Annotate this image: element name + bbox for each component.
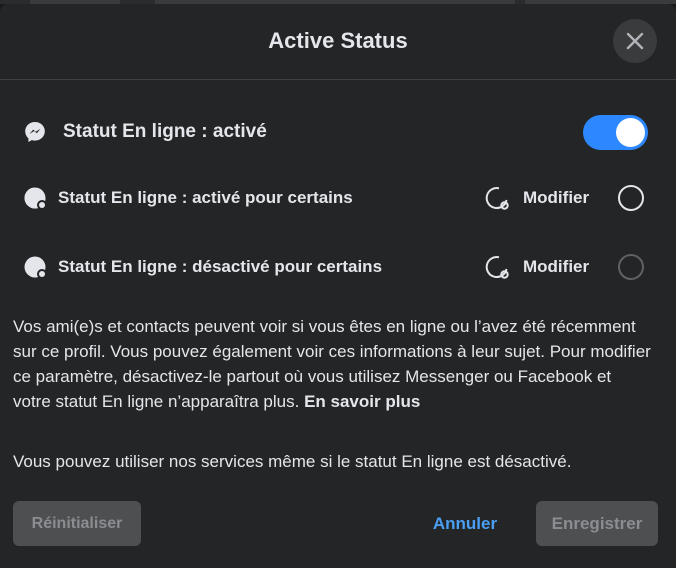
description-note: Vous pouvez utiliser nos services même s… [13,452,572,471]
modify-label: Modifier [523,188,590,207]
modify-active-for-some-button[interactable]: Modifier [484,185,589,211]
description-text: Vos ami(e)s et contacts peuvent voir si … [13,314,653,414]
modify-label: Modifier [523,257,590,276]
modify-inactive-for-some-button[interactable]: Modifier [484,254,589,280]
active-status-dialog: Active Status Statut En ligne : activé S… [0,4,676,568]
active-status-dot-icon [24,187,47,210]
dialog-title: Active Status [268,28,408,53]
edit-circle-icon [485,256,509,279]
messenger-icon [25,122,45,142]
edit-circle-icon [485,187,509,210]
learn-more-link[interactable]: En savoir plus [304,392,420,411]
active-status-toggle[interactable] [583,115,648,150]
inactive-for-some-label: Statut En ligne : désactivé pour certain… [58,257,383,276]
active-status-dot-icon [24,256,47,279]
cancel-button[interactable]: Annuler [418,501,512,546]
active-status-label: Statut En ligne : activé [63,121,267,142]
inactive-for-some-row: Statut En ligne : désactivé pour certain… [0,247,676,287]
active-status-row: Statut En ligne : activé [0,110,676,154]
active-for-some-row: Statut En ligne : activé pour certains M… [0,178,676,218]
save-button[interactable]: Enregistrer [536,501,658,546]
active-for-some-label: Statut En ligne : activé pour certains [58,188,353,207]
close-icon [626,32,644,50]
inactive-for-some-radio[interactable] [618,254,644,280]
close-button[interactable] [613,19,657,63]
reset-button[interactable]: Réinitialiser [13,501,141,546]
dialog-header: Active Status [0,4,676,80]
toggle-knob [616,118,645,147]
active-for-some-radio[interactable] [618,185,644,211]
